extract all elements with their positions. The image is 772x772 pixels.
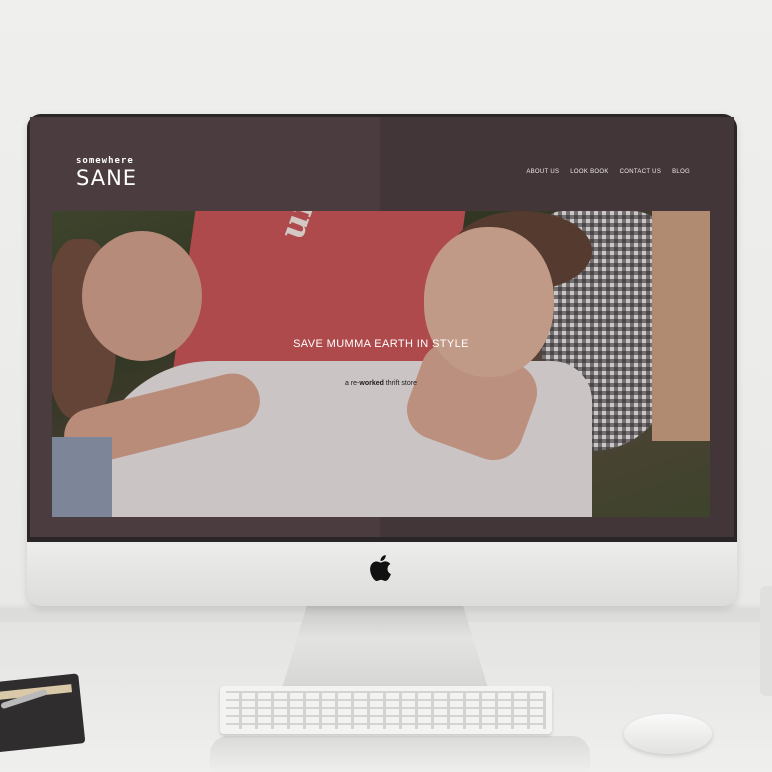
notebook [0,673,86,753]
imac-stand-base [210,736,590,772]
nav-blog[interactable]: BLOG [672,169,690,175]
mouse [624,714,712,754]
side-device [760,586,772,696]
imac: somewhere SANE ABOUT US LOOK BOOK CONTAC… [27,114,737,606]
hero-banner: unloval SAVE MUMMA EARTH IN STYLE a re-w… [52,211,710,517]
nav-about-us[interactable]: ABOUT US [526,169,559,175]
hero-subtitle: a re-worked thrift store [52,380,710,387]
desk-scene: somewhere SANE ABOUT US LOOK BOOK CONTAC… [0,0,772,772]
logo-wordmark: SANE [76,166,138,190]
hero-subtitle-bold: worked [359,380,384,387]
main-nav: ABOUT US LOOK BOOK CONTACT US BLOG [526,169,690,175]
nav-contact-us[interactable]: CONTACT US [620,169,661,175]
nav-look-book[interactable]: LOOK BOOK [570,169,608,175]
imac-bezel: somewhere SANE ABOUT US LOOK BOOK CONTAC… [27,114,737,542]
site-header: somewhere SANE ABOUT US LOOK BOOK CONTAC… [30,117,734,207]
apple-logo-icon [370,555,391,581]
site-logo[interactable]: somewhere SANE [76,157,137,189]
hero-title: SAVE MUMMA EARTH IN STYLE [293,338,469,350]
keyboard [220,686,552,734]
logo-tagline: somewhere [76,156,134,166]
hero-subtitle-suffix: thrift store [383,380,417,387]
website-screen: somewhere SANE ABOUT US LOOK BOOK CONTAC… [30,117,734,537]
keyboard-keys [226,691,546,729]
hero-photo-tint [52,211,710,517]
hero-subtitle-prefix: a re- [345,380,360,387]
imac-stand [282,606,488,688]
